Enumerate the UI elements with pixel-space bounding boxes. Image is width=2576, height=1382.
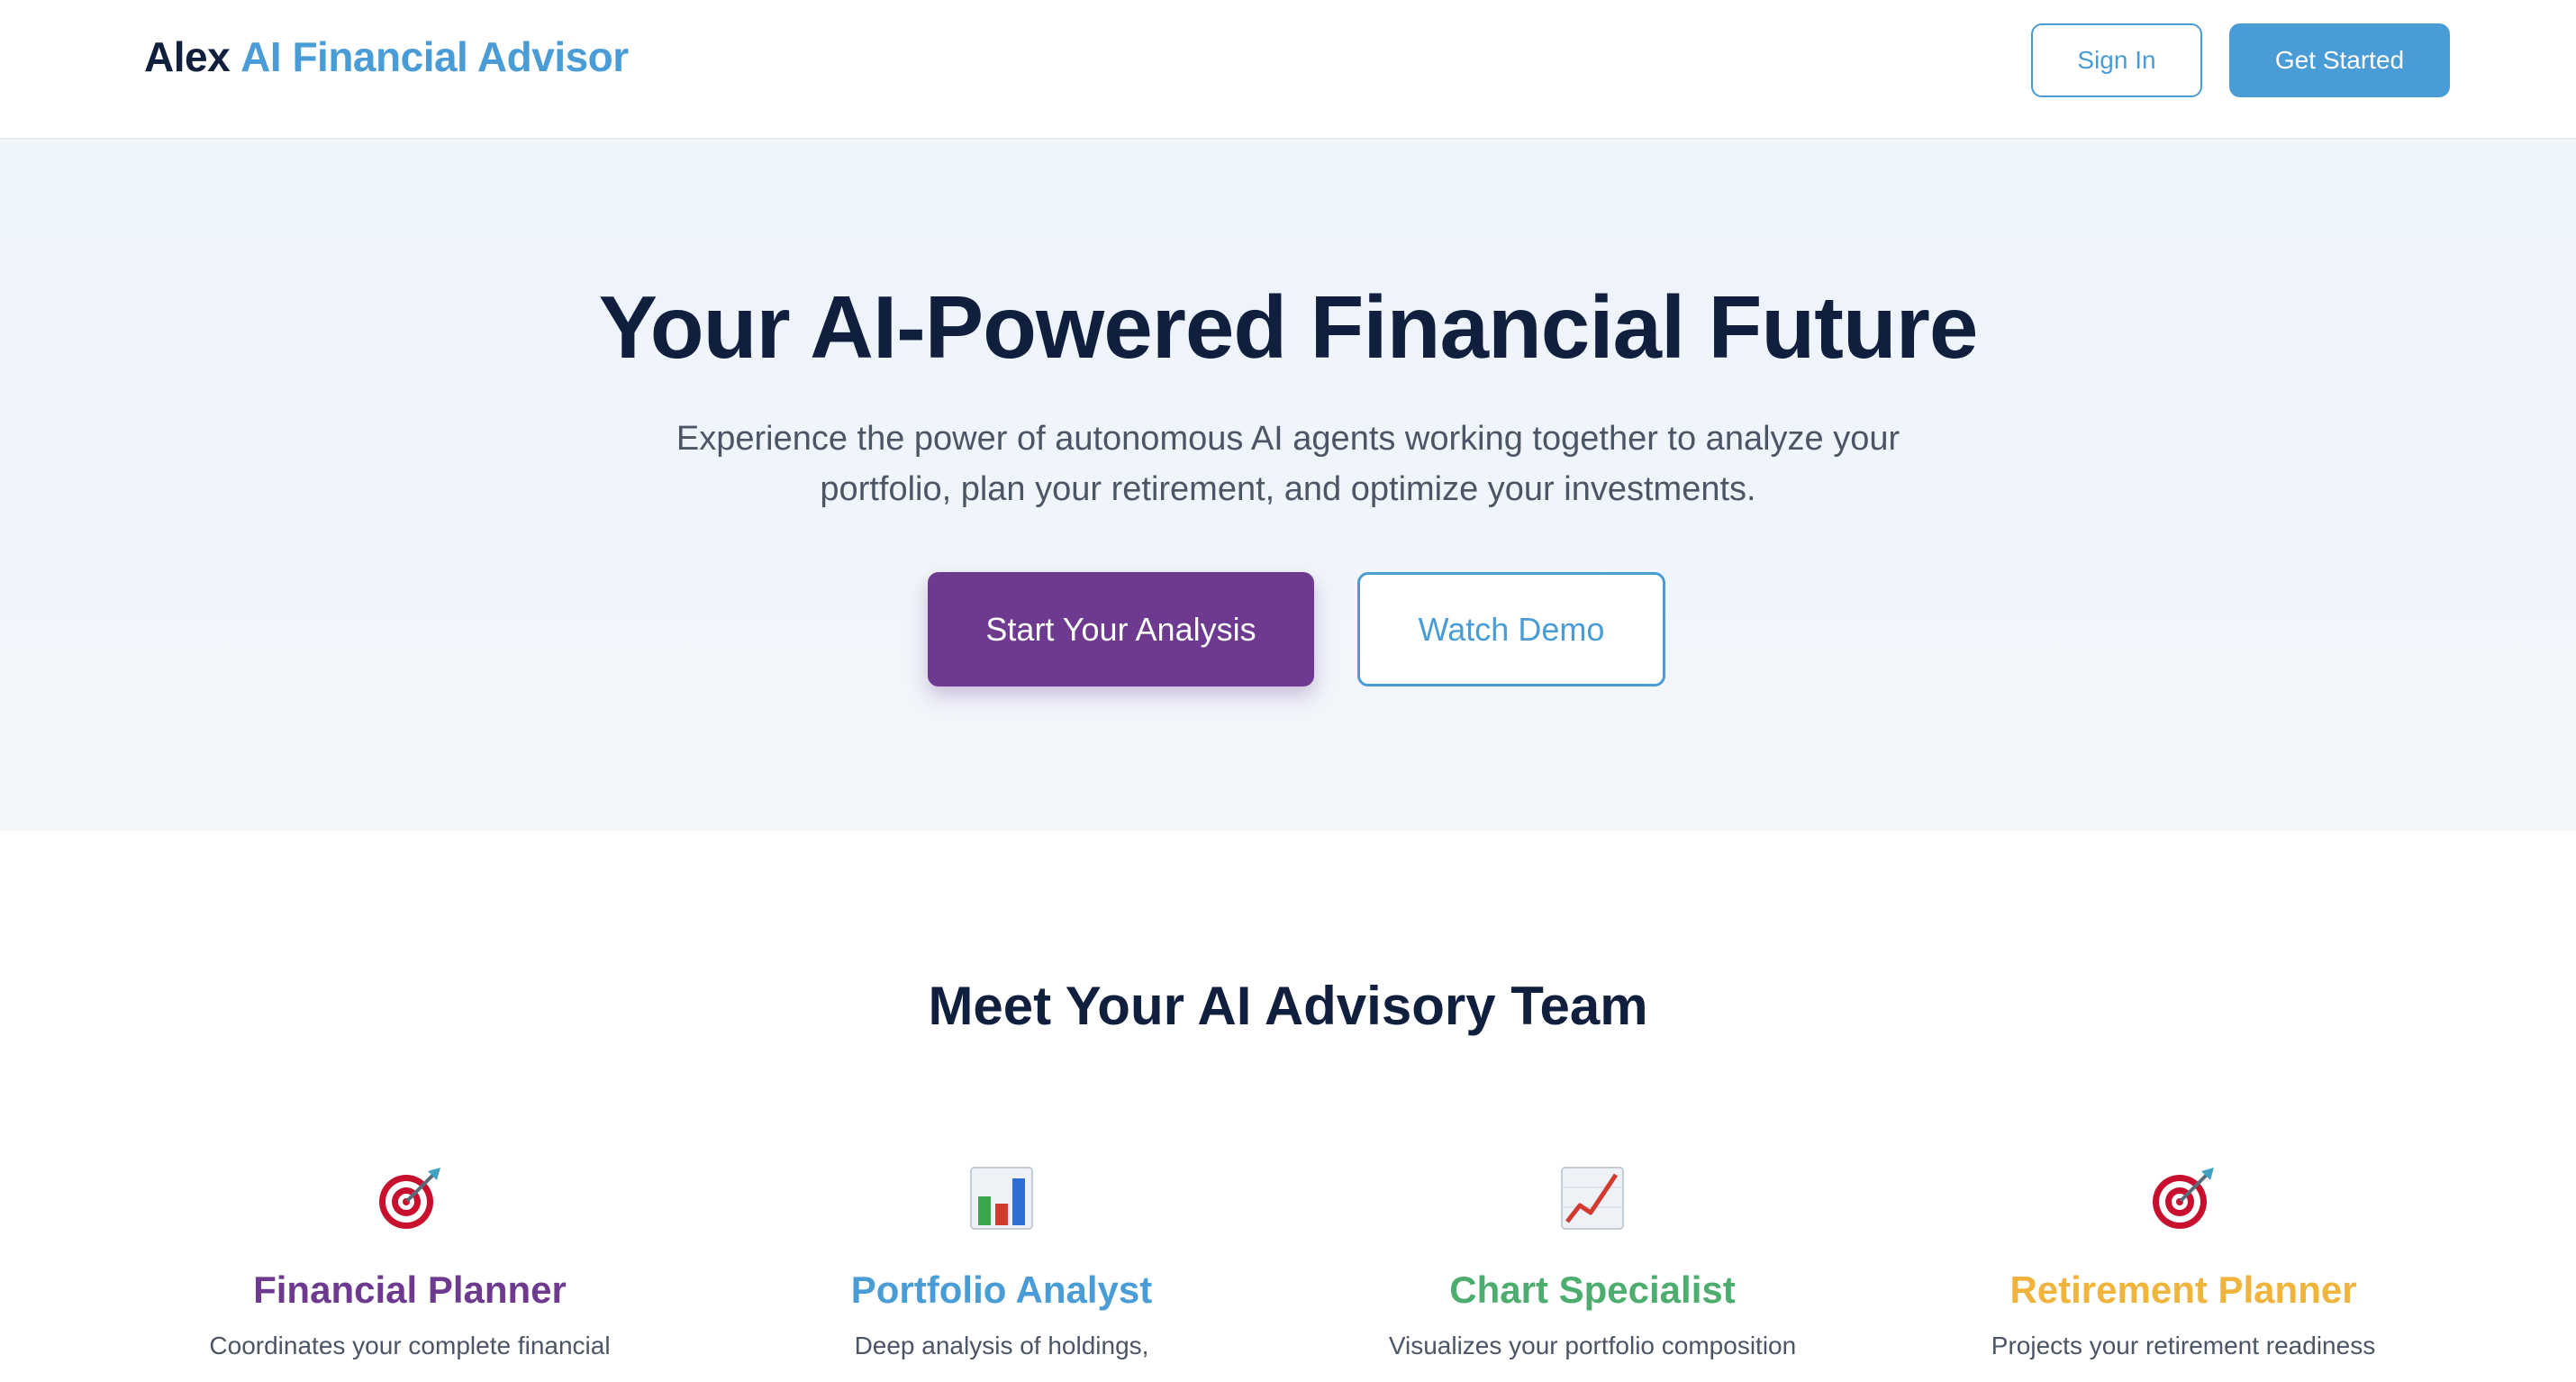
brand-tagline: AI Financial Advisor bbox=[240, 33, 629, 80]
agent-description: Deep analysis of holdings, bbox=[854, 1332, 1149, 1359]
bar-chart-icon bbox=[970, 1167, 1033, 1230]
target-icon bbox=[379, 1168, 440, 1229]
agent-title: Retirement Planner bbox=[2009, 1268, 2357, 1311]
trend-chart-icon bbox=[1561, 1167, 1624, 1230]
agent-description: Projects your retirement readiness bbox=[1991, 1332, 2376, 1359]
agent-title: Portfolio Analyst bbox=[850, 1268, 1153, 1311]
top-nav: Alex AI Financial Advisor Sign In Get Sta… bbox=[0, 0, 2576, 140]
team-section-heading: Meet Your AI Advisory Team bbox=[928, 976, 1648, 1036]
brand-logo[interactable]: Alex AI Financial Advisor bbox=[144, 32, 629, 81]
agent-card-retirement-planner: Retirement Planner Projects your retirem… bbox=[1886, 1162, 2481, 1382]
agent-title: Financial Planner bbox=[253, 1268, 567, 1311]
agent-description: Visualizes your portfolio composition bbox=[1388, 1332, 1797, 1359]
agent-card-portfolio-analyst: Portfolio Analyst Deep analysis of holdi… bbox=[704, 1162, 1299, 1382]
agent-description: Coordinates your complete financial bbox=[209, 1332, 611, 1359]
watch-demo-button[interactable]: Watch Demo bbox=[1357, 572, 1665, 686]
brand-name: Alex bbox=[144, 33, 231, 80]
start-analysis-button[interactable]: Start Your Analysis bbox=[928, 572, 1314, 686]
hero-section: Your AI-Powered Financial Future Experie… bbox=[0, 141, 2576, 831]
hero-title: Your AI-Powered Financial Future bbox=[598, 277, 1979, 377]
target-icon bbox=[2153, 1168, 2214, 1229]
agent-title: Chart Specialist bbox=[1449, 1268, 1736, 1311]
sign-in-button[interactable]: Sign In bbox=[2031, 23, 2202, 97]
get-started-button[interactable]: Get Started bbox=[2229, 23, 2450, 97]
hero-subtitle: Experience the power of autonomous AI ag… bbox=[676, 420, 1900, 508]
agent-card-financial-planner: Financial Planner Coordinates your compl… bbox=[113, 1162, 707, 1382]
agent-card-chart-specialist: Chart Specialist Visualizes your portfol… bbox=[1295, 1162, 1890, 1382]
